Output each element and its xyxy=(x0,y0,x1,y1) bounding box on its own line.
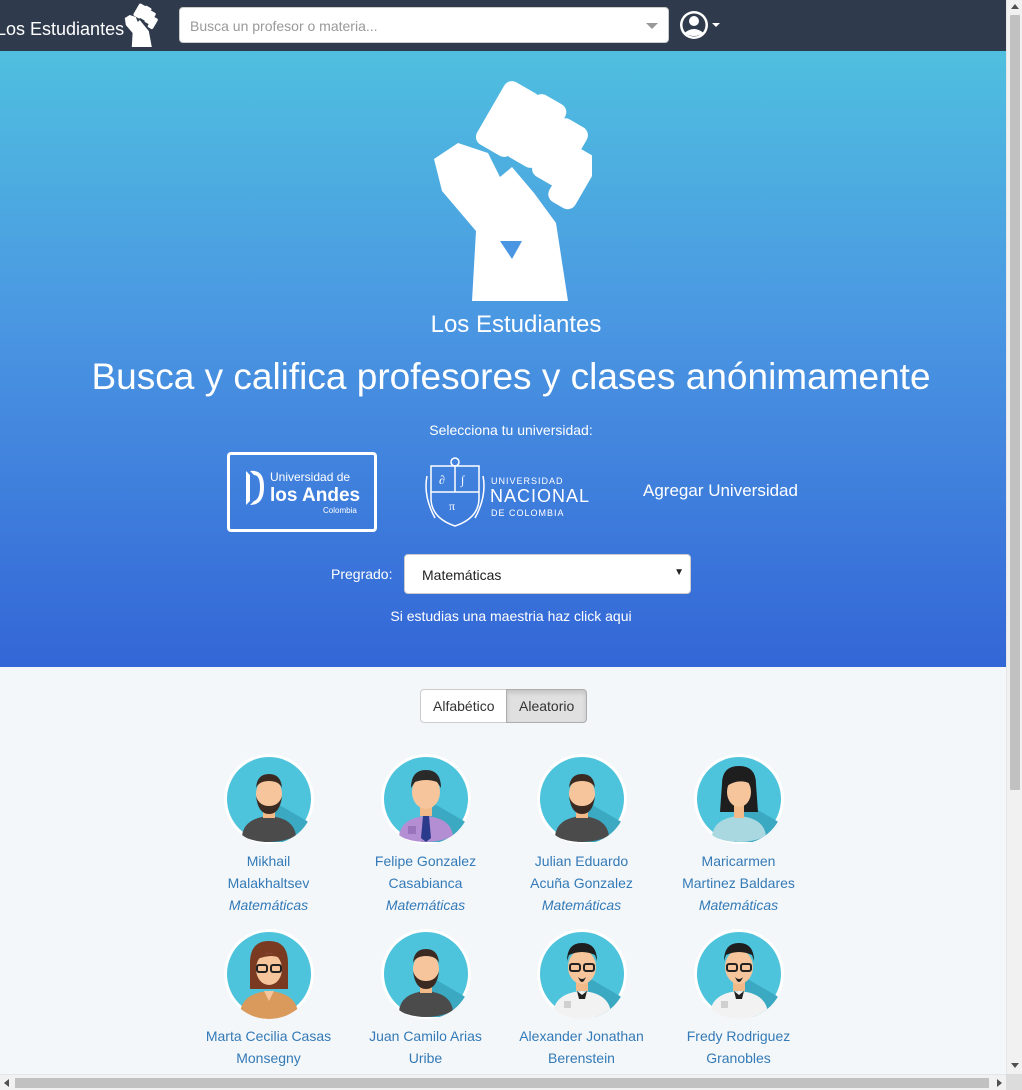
professor-avatar-icon[interactable] xyxy=(536,754,627,844)
horizontal-scrollbar[interactable] xyxy=(0,1074,1006,1090)
university-los-andes-button[interactable]: Universidad de los Andes Colombia xyxy=(227,452,377,532)
professor-card[interactable]: Fredy RodriguezGranoblesMatemáticas xyxy=(660,929,817,1090)
navbar: Los Estudiantes xyxy=(0,0,1006,51)
professor-name-line2[interactable]: Granobles xyxy=(660,1047,817,1069)
scroll-down-icon[interactable] xyxy=(1011,1063,1019,1068)
select-university-label: Selecciona tu universidad: xyxy=(429,422,593,438)
search-dropdown-icon[interactable] xyxy=(646,23,658,29)
professor-name[interactable]: Mikhail xyxy=(190,850,347,872)
professor-avatar-icon[interactable] xyxy=(223,929,314,1019)
svg-text:∂: ∂ xyxy=(439,473,445,487)
vertical-scrollbar[interactable] xyxy=(1006,0,1022,1074)
hero-brand: Los Estudiantes xyxy=(430,311,602,338)
professor-avatar-icon[interactable] xyxy=(693,929,784,1019)
professor-name-line2[interactable]: Uribe xyxy=(347,1047,504,1069)
hero-section: Los Estudiantes Busca y califica profeso… xyxy=(0,51,1006,667)
professor-name[interactable]: Fredy Rodriguez xyxy=(660,1025,817,1047)
professor-card[interactable]: Juan Camilo AriasUribeMatemáticas xyxy=(347,929,504,1090)
scroll-up-icon[interactable] xyxy=(1011,4,1019,9)
professor-card[interactable]: Mikhail Malakhaltsev Matemáticas xyxy=(190,754,347,916)
professor-name[interactable]: Marta Cecilia Casas xyxy=(190,1025,347,1047)
professor-avatar-icon[interactable] xyxy=(223,754,314,844)
sort-random-button[interactable]: Aleatorio xyxy=(506,689,587,723)
search-box[interactable] xyxy=(179,7,669,43)
fist-logo-icon[interactable] xyxy=(120,3,160,47)
fist-logo-icon xyxy=(434,81,592,301)
professor-name[interactable]: Juan Camilo Arias xyxy=(347,1025,504,1047)
professor-department[interactable]: Matemáticas xyxy=(190,894,347,916)
scrollbar-corner xyxy=(1006,1074,1022,1090)
scroll-right-icon[interactable] xyxy=(997,1079,1002,1087)
professor-name-line2[interactable]: Casabianca xyxy=(347,872,504,894)
university-nacional-button[interactable]: ∂ ∫ π UNIVERSIDAD NACIONAL DE COLOMBIA xyxy=(425,456,595,528)
svg-text:los Andes: los Andes xyxy=(270,485,360,506)
professor-avatar-icon[interactable] xyxy=(693,754,784,844)
sort-toggle: Alfabético Aleatorio xyxy=(420,689,587,723)
scroll-left-icon[interactable] xyxy=(4,1079,9,1087)
user-menu-icon[interactable] xyxy=(678,8,722,42)
horizontal-scroll-thumb[interactable] xyxy=(15,1078,989,1088)
professor-name-line2[interactable]: Malakhaltsev xyxy=(190,872,347,894)
svg-text:DE COLOMBIA: DE COLOMBIA xyxy=(491,508,565,518)
professor-name[interactable]: Felipe Gonzalez xyxy=(347,850,504,872)
maestria-link[interactable]: Si estudias una maestria haz click aqui xyxy=(0,608,1022,624)
pregrado-select[interactable]: Matemáticas ▼ xyxy=(404,554,691,594)
professor-card[interactable]: Felipe Gonzalez Casabianca Matemáticas xyxy=(347,754,504,916)
svg-text:π: π xyxy=(449,499,455,513)
professor-name[interactable]: Alexander Jonathan xyxy=(503,1025,660,1047)
professor-card[interactable]: Maricarmen Martinez Baldares Matemáticas xyxy=(660,754,817,916)
professor-name-line2[interactable]: Martinez Baldares xyxy=(660,872,817,894)
professor-department[interactable]: Matemáticas xyxy=(503,894,660,916)
select-arrow-icon: ▼ xyxy=(674,567,684,578)
svg-text:NACIONAL: NACIONAL xyxy=(490,486,590,506)
svg-text:Colombia: Colombia xyxy=(323,506,357,515)
svg-text:∫: ∫ xyxy=(460,473,465,487)
professor-department[interactable]: Matemáticas xyxy=(660,894,817,916)
professor-card[interactable]: Alexander JonathanBerensteinConchalte... xyxy=(503,929,660,1090)
vertical-scroll-thumb[interactable] xyxy=(1010,15,1020,790)
nacional-logo: ∂ ∫ π UNIVERSIDAD NACIONAL DE COLOMBIA xyxy=(425,457,590,527)
professor-name-line2[interactable]: Monsegny xyxy=(190,1047,347,1069)
professor-name[interactable]: Julian Eduardo xyxy=(503,850,660,872)
professor-department[interactable]: Matemáticas xyxy=(347,894,504,916)
search-input[interactable] xyxy=(190,16,630,36)
professor-name-line2[interactable]: Acuña Gonzalez xyxy=(503,872,660,894)
los-andes-logo: Universidad de los Andes Colombia xyxy=(246,470,360,515)
professor-name-line2[interactable]: Berenstein xyxy=(503,1047,660,1069)
professor-card[interactable]: Marta Cecilia CasasMonsegnyMatemáticas xyxy=(190,929,347,1090)
hero-title: Busca y califica profesores y clases anó… xyxy=(91,356,931,397)
sort-alphabetical-button[interactable]: Alfabético xyxy=(420,689,507,723)
navbar-brand[interactable]: Los Estudiantes xyxy=(0,19,124,40)
svg-text:UNIVERSIDAD: UNIVERSIDAD xyxy=(491,476,564,486)
professor-avatar-icon[interactable] xyxy=(536,929,627,1019)
pregrado-label: Pregrado: xyxy=(331,566,393,582)
professor-card[interactable]: Julian Eduardo Acuña Gonzalez Matemáticas xyxy=(503,754,660,916)
svg-text:Universidad de: Universidad de xyxy=(270,470,350,484)
professor-avatar-icon[interactable] xyxy=(380,929,471,1019)
pregrado-selected-value: Matemáticas xyxy=(422,567,502,583)
professor-name[interactable]: Maricarmen xyxy=(660,850,817,872)
add-university-link[interactable]: Agregar Universidad xyxy=(643,481,798,501)
professor-avatar-icon[interactable] xyxy=(380,754,471,844)
